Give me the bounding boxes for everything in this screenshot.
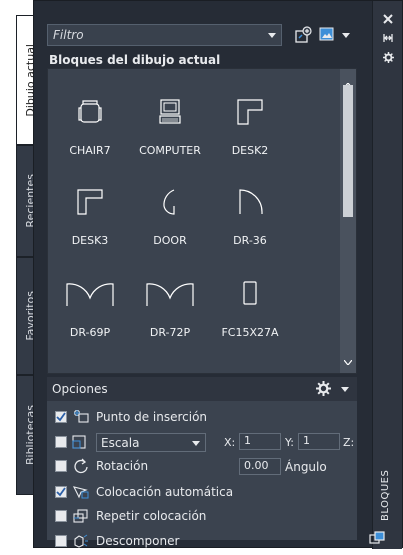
- options-gear-icon[interactable]: [316, 381, 331, 396]
- scale-mode-select[interactable]: Escala: [96, 433, 206, 452]
- blocks-gallery[interactable]: CHAIR7 COMPUTER DESK2 DESK3 DOOR DR-36 D…: [47, 68, 357, 374]
- option-rotation: Rotación: [55, 457, 148, 475]
- filter-input[interactable]: [53, 28, 253, 42]
- close-icon[interactable]: [381, 12, 395, 26]
- insertion-point-checkbox[interactable]: [55, 411, 67, 423]
- chair-icon: [50, 87, 130, 137]
- block-label: DESK3: [71, 234, 109, 247]
- view-thumbnails-icon[interactable]: [319, 27, 335, 41]
- repeat-placement-label: Repetir colocación: [96, 509, 207, 523]
- option-auto-placement: Colocación automática: [55, 483, 233, 501]
- scale-y-label: Y:: [285, 436, 294, 449]
- desk-icon: [210, 87, 290, 137]
- option-explode: Descomponer: [55, 532, 179, 550]
- block-dr-72p[interactable]: DR-72P: [130, 269, 210, 339]
- explode-icon: [72, 534, 90, 548]
- scrollbar-thumb[interactable]: [343, 85, 353, 217]
- options-body: Punto de inserción Escala X: 1 Y: 1 Z: R…: [47, 401, 357, 548]
- rotation-label: Rotación: [96, 459, 149, 473]
- block-label: DR-36: [233, 234, 267, 247]
- properties-gear-icon[interactable]: [381, 50, 395, 64]
- options-title: Opciones: [52, 382, 108, 396]
- door-swing-icon: [210, 177, 290, 227]
- insertion-point-label: Punto de inserción: [96, 410, 208, 424]
- option-scale: [55, 433, 94, 451]
- block-chair7[interactable]: CHAIR7: [50, 87, 130, 157]
- options-chevron-down-icon[interactable]: [341, 387, 349, 392]
- palette-resize-icon[interactable]: [369, 531, 385, 545]
- angle-label: Ángulo: [285, 460, 327, 474]
- options-header[interactable]: Opciones: [47, 377, 357, 401]
- double-door-icon: [50, 269, 130, 319]
- current-drawing-panel: Bloques del dibujo actual CHAIR7 COMPUTE…: [47, 22, 357, 548]
- rotate-icon: [72, 458, 90, 474]
- scale-y-input[interactable]: 1: [298, 433, 340, 450]
- section-title: Bloques del dibujo actual: [49, 53, 221, 67]
- block-desk3[interactable]: DESK3: [50, 177, 130, 247]
- block-fc15x27a[interactable]: FC15X27A: [210, 269, 290, 339]
- auto-placement-checkbox[interactable]: [55, 486, 67, 498]
- import-blocks-icon[interactable]: [293, 25, 313, 45]
- palette-title: BLOQUES: [380, 469, 391, 521]
- scale-mode-value: Escala: [101, 435, 140, 450]
- rotation-checkbox[interactable]: [55, 460, 67, 472]
- block-label: FC15X27A: [221, 326, 279, 339]
- scale-x-label: X:: [224, 436, 236, 449]
- block-desk2[interactable]: DESK2: [210, 87, 290, 157]
- block-label: DOOR: [153, 234, 187, 247]
- scroll-down-icon[interactable]: [343, 350, 353, 369]
- gallery-scrollbar[interactable]: [340, 69, 356, 373]
- explode-label: Descomponer: [96, 534, 180, 548]
- scale-x-input[interactable]: 1: [239, 433, 281, 450]
- block-label: DR-72P: [149, 326, 191, 339]
- insertion-point-icon: [72, 410, 90, 424]
- explode-checkbox[interactable]: [55, 535, 67, 547]
- block-label: COMPUTER: [139, 144, 201, 157]
- palette-title-bar[interactable]: BLOQUES: [372, 1, 402, 549]
- double-door-icon: [130, 269, 210, 319]
- auto-placement-icon: [72, 485, 90, 499]
- desk-icon: [50, 177, 130, 227]
- block-computer[interactable]: COMPUTER: [130, 87, 210, 157]
- auto-placement-label: Colocación automática: [96, 485, 234, 499]
- scale-checkbox[interactable]: [55, 436, 67, 448]
- block-door[interactable]: DOOR: [130, 177, 210, 247]
- option-repeat-placement: Repetir colocación: [55, 507, 206, 525]
- file-cabinet-icon: [210, 269, 290, 319]
- option-insertion-point: Punto de inserción: [55, 408, 207, 426]
- repeat-placement-checkbox[interactable]: [55, 510, 67, 522]
- chevron-down-icon[interactable]: [192, 441, 200, 446]
- block-label: CHAIR7: [69, 144, 111, 157]
- view-options-chevron-down-icon[interactable]: [342, 33, 350, 38]
- block-dr-36[interactable]: DR-36: [210, 177, 290, 247]
- door-icon: [130, 177, 210, 227]
- chevron-down-icon[interactable]: [268, 33, 276, 38]
- block-dr-69p[interactable]: DR-69P: [50, 269, 130, 339]
- scale-icon: [72, 435, 86, 449]
- scale-z-label: Z:: [343, 436, 355, 449]
- repeat-placement-icon: [72, 509, 90, 523]
- rotation-angle-input[interactable]: 0.00: [239, 458, 281, 475]
- computer-icon: [130, 87, 210, 137]
- block-label: DESK2: [231, 144, 269, 157]
- autohide-icon[interactable]: [381, 31, 395, 45]
- block-label: DR-69P: [69, 326, 111, 339]
- filter-combobox[interactable]: [47, 24, 282, 46]
